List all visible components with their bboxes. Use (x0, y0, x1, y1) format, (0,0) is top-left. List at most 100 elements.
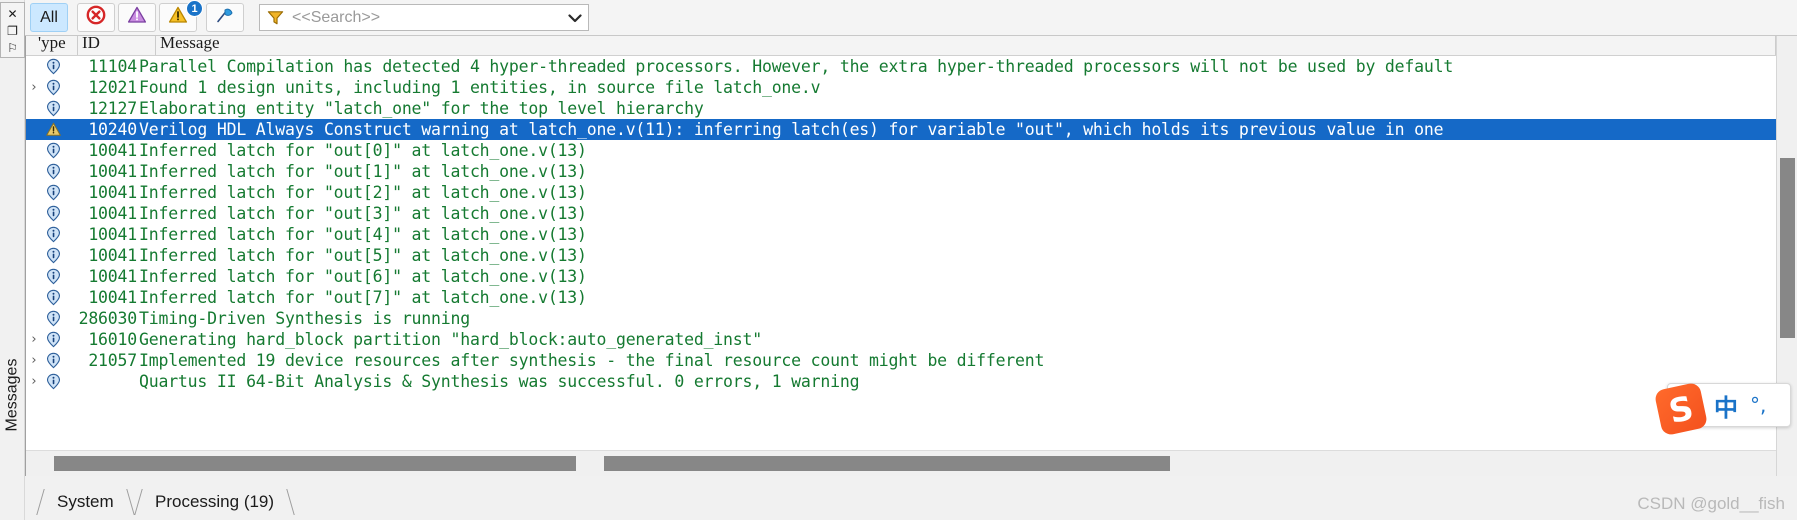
table-row[interactable]: 10041 Inferred latch for "out[7]" at latc… (26, 287, 1797, 308)
filter-all-label: All (40, 8, 58, 26)
close-icon[interactable]: ✕ (4, 6, 21, 21)
chevron-down-icon[interactable] (562, 5, 588, 30)
pin-icon[interactable]: ⚐ (4, 40, 21, 55)
filter-errors-button[interactable] (77, 3, 115, 32)
message-id: 10041 (88, 246, 137, 265)
info-icon (42, 226, 64, 243)
column-header-message[interactable]: Message (156, 36, 1776, 55)
warning-count-badge: 1 (186, 0, 203, 17)
table-row[interactable]: 10041 Inferred latch for "out[6]" at latc… (26, 266, 1797, 287)
table-row[interactable]: › 21057 Implemented 19 device resources af… (26, 350, 1797, 371)
info-icon (42, 142, 64, 159)
message-id: 10041 (88, 204, 137, 223)
table-row[interactable]: 10041 Inferred latch for "out[4]" at latc… (26, 224, 1797, 245)
message-text: Inferred latch for "out[3]" at latch_one… (139, 204, 587, 223)
expand-chevron-icon[interactable]: › (26, 353, 42, 368)
message-id: 11104 (88, 57, 137, 76)
info-icon (42, 289, 64, 306)
filter-critical-warnings-button[interactable] (118, 3, 156, 32)
table-row[interactable]: 10041 Inferred latch for "out[0]" at latc… (26, 140, 1797, 161)
info-icon (42, 268, 64, 285)
ime-punctuation-mode[interactable]: °, (1750, 393, 1766, 417)
messages-toolbar: All 1 <<Search>> (25, 0, 1797, 36)
message-text: Elaborating entity "latch_one" for the t… (139, 99, 704, 118)
ime-floating-bar[interactable]: S 中 °, (1653, 381, 1791, 437)
tab-processing[interactable]: Processing (19) (147, 489, 282, 515)
funnel-filter-icon (266, 8, 285, 27)
panel-tabs: System Processing (19) (25, 476, 1797, 520)
tab-processing-label: Processing (19) (155, 492, 275, 511)
column-header-type[interactable]: 'ype (34, 36, 78, 55)
message-id: 12127 (88, 99, 137, 118)
horizontal-scrollbar[interactable] (26, 450, 1777, 476)
info-icon (42, 247, 64, 264)
info-icon (42, 310, 64, 327)
message-id: 10041 (88, 183, 137, 202)
info-icon (42, 100, 64, 117)
info-icon (42, 184, 64, 201)
messages-panel: ✕ ❐ ⚐ Messages All 1 <<Search>> 'ype ID … (0, 0, 1797, 520)
table-row[interactable]: 12127 Elaborating entity "latch_one" for … (26, 98, 1797, 119)
table-row[interactable]: › 12021 Found 1 design units, including 1 … (26, 77, 1797, 98)
info-icon (42, 352, 64, 369)
message-id: 10041 (88, 225, 137, 244)
message-text: Verilog HDL Always Construct warning at … (139, 120, 1444, 139)
filter-info-flag-button[interactable] (206, 3, 244, 32)
filter-all-button[interactable]: All (30, 3, 68, 32)
message-id: 10041 (88, 141, 137, 160)
info-icon (42, 331, 64, 348)
message-text: Inferred latch for "out[4]" at latch_one… (139, 225, 587, 244)
grid-header-row: 'ype ID Message (26, 36, 1797, 56)
critical-warning-triangle-icon (127, 5, 147, 30)
message-text: Timing-Driven Synthesis is running (139, 309, 470, 328)
panel-title-text: Messages (3, 358, 21, 432)
message-rows: 11104 Parallel Compilation has detected 4… (26, 56, 1797, 428)
message-text: Inferred latch for "out[6]" at latch_one… (139, 267, 587, 286)
table-row[interactable]: 286030 Timing-Driven Synthesis is running (26, 308, 1797, 329)
expand-chevron-icon[interactable]: › (26, 332, 42, 347)
search-input[interactable]: <<Search>> (292, 9, 380, 27)
table-row[interactable]: 10041 Inferred latch for "out[1]" at latc… (26, 161, 1797, 182)
sogou-logo-icon[interactable]: S (1653, 381, 1709, 437)
expand-chevron-icon[interactable]: › (26, 374, 42, 389)
expand-chevron-icon[interactable]: › (26, 80, 42, 95)
message-id: 10041 (88, 288, 137, 307)
vertical-scroll-thumb[interactable] (1780, 158, 1795, 338)
message-id: 10041 (88, 162, 137, 181)
message-id: 286030 (78, 309, 138, 328)
filter-warnings-button[interactable]: 1 (159, 0, 203, 32)
blue-flag-icon (215, 5, 235, 30)
info-icon (42, 205, 64, 222)
message-id: 10240 (88, 120, 137, 139)
table-row[interactable]: 10041 Inferred latch for "out[3]" at latc… (26, 203, 1797, 224)
panel-title-vertical: Messages (0, 330, 26, 460)
table-row[interactable]: 10240 Verilog HDL Always Construct warnin… (26, 119, 1797, 140)
ime-language-mode[interactable]: 中 (1714, 388, 1738, 423)
tab-system[interactable]: System (49, 489, 122, 515)
message-text: Generating hard_block partition "hard_bl… (139, 330, 762, 349)
message-text: Inferred latch for "out[7]" at latch_one… (139, 288, 587, 307)
message-text: Found 1 design units, including 1 entiti… (139, 78, 821, 97)
message-text: Parallel Compilation has detected 4 hype… (139, 57, 1454, 76)
message-text: Inferred latch for "out[1]" at latch_one… (139, 162, 587, 181)
table-row[interactable]: 11104 Parallel Compilation has detected 4… (26, 56, 1797, 77)
error-circle-icon (86, 5, 106, 30)
info-icon (42, 163, 64, 180)
table-row[interactable]: 10041 Inferred latch for "out[5]" at latc… (26, 245, 1797, 266)
column-header-id[interactable]: ID (78, 36, 156, 55)
tab-system-label: System (57, 492, 114, 511)
horizontal-scroll-thumb-right[interactable] (604, 456, 1170, 471)
message-text: Implemented 19 device resources after sy… (139, 351, 1045, 370)
message-id: 10041 (88, 267, 137, 286)
search-combo[interactable]: <<Search>> (259, 4, 589, 31)
table-row[interactable]: › Quartus II 64-Bit Analysis & Synthesis … (26, 371, 1797, 392)
table-row[interactable]: 10041 Inferred latch for "out[2]" at latc… (26, 182, 1797, 203)
message-text: Inferred latch for "out[0]" at latch_one… (139, 141, 587, 160)
horizontal-scroll-thumb-left[interactable] (54, 456, 576, 471)
table-row[interactable]: › 16010 Generating hard_block partition "h… (26, 329, 1797, 350)
restore-icon[interactable]: ❐ (4, 23, 21, 38)
message-id: 12021 (88, 78, 137, 97)
info-icon (42, 373, 64, 390)
warning-triangle-icon (42, 121, 64, 138)
message-text: Inferred latch for "out[5]" at latch_one… (139, 246, 587, 265)
